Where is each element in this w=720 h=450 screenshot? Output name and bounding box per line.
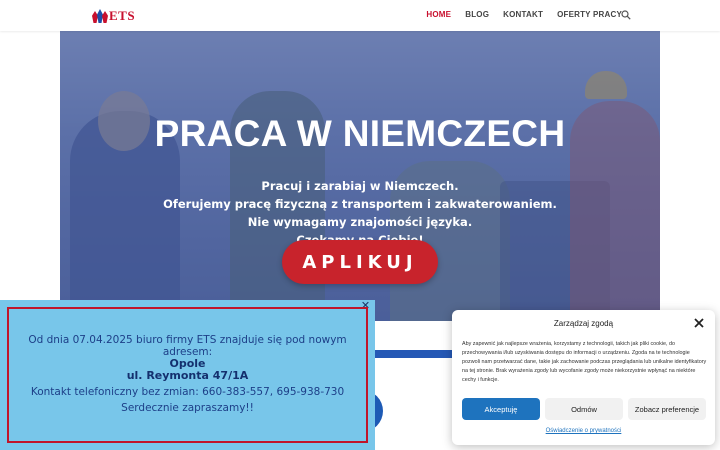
apply-button[interactable]: APLIKUJ [282, 240, 438, 284]
hero-section: PRACA W NIEMCZECH Pracuj i zarabiaj w Ni… [60, 31, 660, 321]
hero-description: Pracuj i zarabiaj w Niemczech. Oferujemy… [60, 177, 660, 249]
logo-figures-icon [92, 9, 108, 23]
deny-button[interactable]: Odmów [545, 398, 623, 420]
privacy-policy-link[interactable]: Oświadczenie o prywatności [452, 428, 715, 434]
consent-title: Zarządzaj zgodą [553, 319, 614, 328]
hero-line: Oferujemy pracę fizyczną z transportem i… [163, 197, 557, 211]
nav-item-oferty-pracy[interactable]: OFERTY PRACY [557, 10, 622, 19]
site-logo[interactable]: ETS [92, 8, 135, 24]
nav-item-blog[interactable]: BLOG [465, 10, 489, 19]
close-icon[interactable] [694, 318, 704, 328]
notice-closing: Serdecznie zapraszamy!! [121, 402, 254, 414]
consent-text: Aby zapewnić jak najlepsze wrażenia, kor… [462, 341, 707, 383]
notice-line: Od dnia 07.04.2025 biuro firmy ETS znajd… [28, 334, 347, 346]
cookie-consent-dialog: Zarządzaj zgodą Aby zapewnić jak najleps… [452, 310, 715, 445]
nav-item-kontakt[interactable]: KONTAKT [503, 10, 543, 19]
notice-street: ul. Reymonta 47/1A [126, 369, 249, 382]
accept-button[interactable]: Akceptuję [462, 398, 540, 420]
notice-content: Od dnia 07.04.2025 biuro firmy ETS znajd… [7, 307, 368, 443]
notice-phone: Kontakt telefoniczny bez zmian: 660-383-… [30, 386, 345, 398]
logo-text: ETS [109, 8, 136, 23]
hero-title: PRACA W NIEMCZECH [154, 113, 566, 154]
preferences-button[interactable]: Zobacz preferencje [628, 398, 706, 420]
main-nav: HOME BLOG KONTAKT OFERTY PRACY [412, 10, 622, 19]
hero-line: Pracuj i zarabiaj w Niemczech. [261, 179, 459, 193]
nav-item-home[interactable]: HOME [426, 10, 451, 19]
site-header: ETS HOME BLOG KONTAKT OFERTY PRACY [0, 0, 720, 31]
hero-line: Nie wymagamy znajomości języka. [247, 215, 473, 229]
search-icon[interactable] [621, 10, 631, 20]
